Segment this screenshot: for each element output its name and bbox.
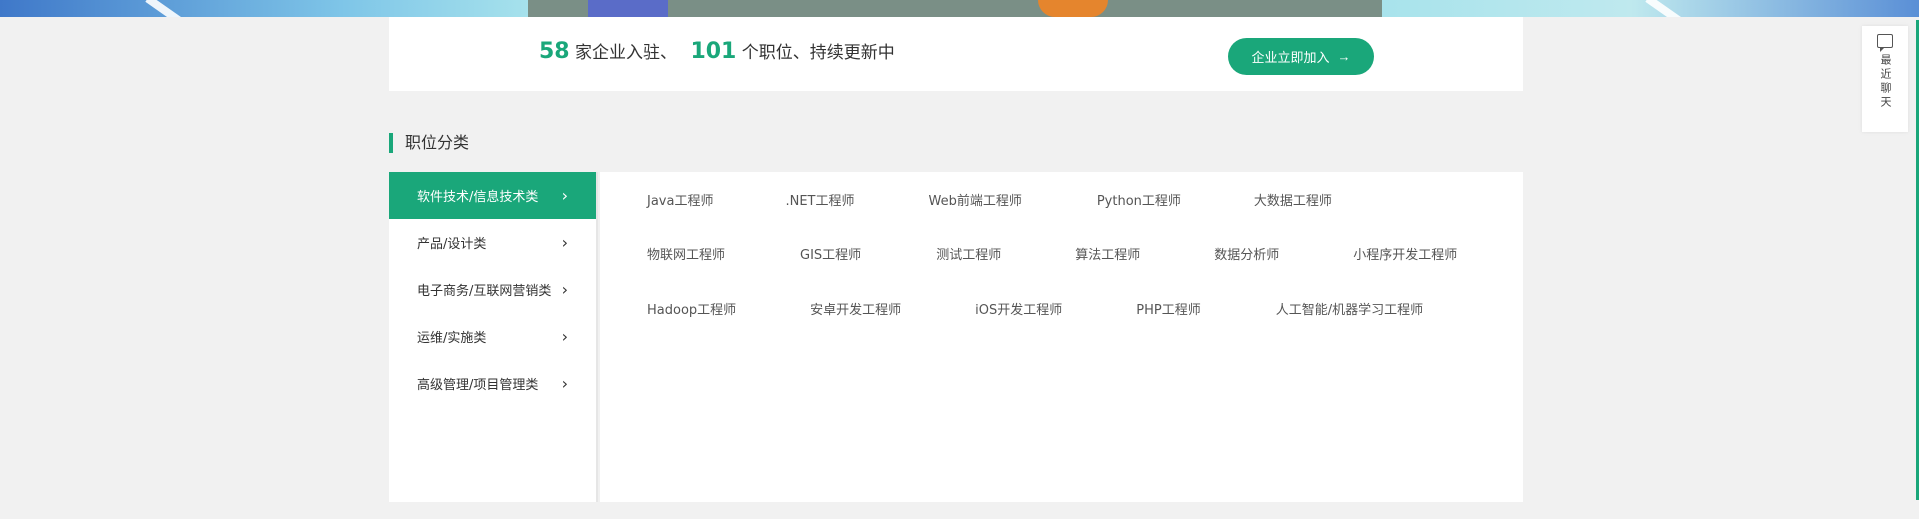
job-link[interactable]: PHP工程师 (1136, 299, 1200, 318)
recent-chats-label: 最近聊天 (1879, 54, 1892, 110)
chevron-right-icon: › (561, 232, 568, 252)
job-link[interactable]: GIS工程师 (800, 244, 861, 263)
chevron-right-icon: › (561, 279, 568, 299)
job-link[interactable]: 小程序开发工程师 (1353, 244, 1457, 263)
category-item-management[interactable]: 高级管理/项目管理类 › (389, 360, 596, 407)
job-link[interactable]: Python工程师 (1097, 190, 1181, 209)
job-link[interactable]: Java工程师 (647, 190, 713, 209)
job-link[interactable]: 安卓开发工程师 (810, 299, 901, 318)
category-item-operations[interactable]: 运维/实施类 › (389, 313, 596, 360)
job-list-panel: Java工程师 .NET工程师 Web前端工程师 Python工程师 大数据工程… (600, 172, 1523, 502)
top-banner (0, 0, 1919, 17)
category-item-ecommerce[interactable]: 电子商务/互联网营销类 › (389, 266, 596, 313)
category-label: 软件技术/信息技术类 (417, 190, 539, 205)
chevron-right-icon: › (561, 326, 568, 346)
company-count: 58 (539, 39, 570, 64)
banner-stripe (145, 0, 183, 17)
job-link[interactable]: 物联网工程师 (647, 244, 725, 263)
job-link[interactable]: iOS开发工程师 (975, 299, 1062, 318)
job-link[interactable]: .NET工程师 (785, 190, 854, 209)
category-item-software[interactable]: 软件技术/信息技术类 › (389, 172, 596, 219)
company-count-label: 家企业入驻、 (575, 43, 678, 63)
chat-bubble-icon (1877, 34, 1893, 52)
category-label: 运维/实施类 (417, 331, 487, 346)
chevron-right-icon: › (561, 373, 568, 393)
section-title: 职位分类 (389, 133, 469, 153)
job-link[interactable]: 人工智能/机器学习工程师 (1276, 299, 1423, 318)
job-link[interactable]: 算法工程师 (1075, 244, 1140, 263)
chevron-right-icon: › (561, 185, 568, 205)
job-row: 物联网工程师 GIS工程师 测试工程师 算法工程师 数据分析师 小程序开发工程师 (647, 244, 1457, 263)
job-count: 101 (690, 39, 737, 64)
job-row: Hadoop工程师 安卓开发工程师 iOS开发工程师 PHP工程师 人工智能/机… (647, 299, 1423, 318)
banner-figure-right (1038, 0, 1108, 17)
job-link[interactable]: 测试工程师 (936, 244, 1001, 263)
category-item-product-design[interactable]: 产品/设计类 › (389, 219, 596, 266)
category-label: 产品/设计类 (417, 237, 487, 252)
banner-figure-left (588, 0, 668, 17)
category-label: 电子商务/互联网营销类 (417, 284, 552, 299)
job-link[interactable]: Hadoop工程师 (647, 299, 736, 318)
banner-image (528, 0, 1382, 17)
job-link[interactable]: Web前端工程师 (928, 190, 1021, 209)
recent-chats-button[interactable]: 最近聊天 (1862, 26, 1908, 132)
job-count-label: 个职位、持续更新中 (741, 43, 895, 63)
job-link[interactable]: 数据分析师 (1214, 244, 1279, 263)
stats-summary: 58 家企业入驻、 101 个职位、持续更新中 (539, 38, 895, 64)
stats-bar: 58 家企业入驻、 101 个职位、持续更新中 企业立即加入 → (389, 17, 1523, 91)
job-row: Java工程师 .NET工程师 Web前端工程师 Python工程师 大数据工程… (647, 190, 1332, 209)
category-menu: 软件技术/信息技术类 › 产品/设计类 › 电子商务/互联网营销类 › 运维/实… (389, 172, 598, 502)
category-label: 高级管理/项目管理类 (417, 378, 539, 393)
company-join-label: 企业立即加入 (1251, 50, 1330, 65)
banner-stripe (1645, 0, 1683, 17)
arrow-right-icon: → (1337, 49, 1351, 64)
company-join-button[interactable]: 企业立即加入 → (1228, 38, 1374, 75)
job-link[interactable]: 大数据工程师 (1254, 190, 1332, 209)
